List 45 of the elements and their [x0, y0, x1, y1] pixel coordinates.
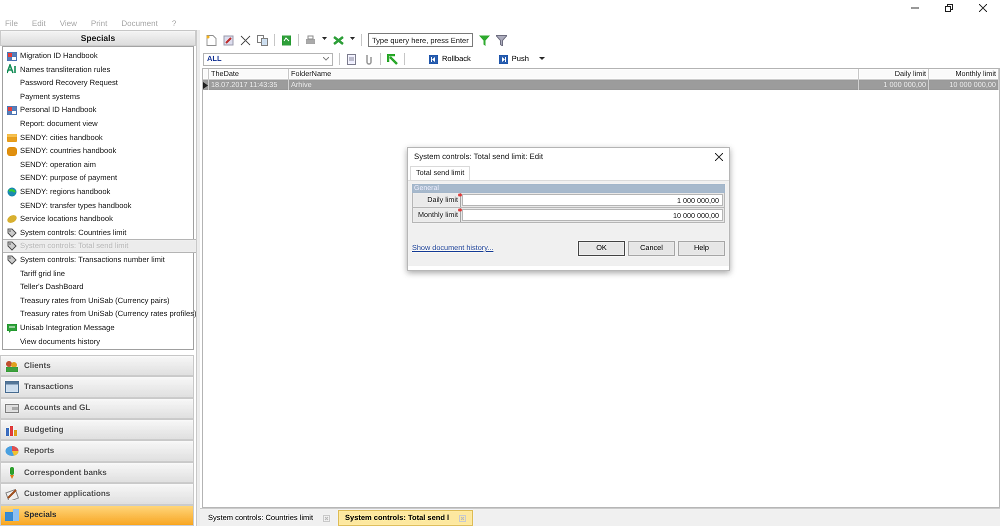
- section-button[interactable]: Specials: [0, 504, 194, 526]
- section-button[interactable]: Transactions: [0, 376, 194, 398]
- panel-title: Specials: [0, 30, 196, 46]
- section-button[interactable]: Accounts and GL: [0, 398, 194, 420]
- section-button[interactable]: Correspondent banks: [0, 462, 194, 484]
- letters-icon: [7, 64, 17, 74]
- arrow-icon[interactable]: [387, 54, 398, 64]
- new-document-icon[interactable]: [206, 34, 217, 46]
- bar-chart-icon: [5, 424, 19, 436]
- tag-icon: [7, 254, 17, 265]
- globe-icon: [7, 186, 17, 197]
- document-icon: [5, 488, 19, 500]
- filter-icon[interactable]: [496, 34, 507, 46]
- close-icon[interactable]: [979, 4, 987, 12]
- delete-icon[interactable]: [240, 34, 251, 46]
- section-button[interactable]: Customer applications: [0, 483, 194, 505]
- id-card-icon: [7, 50, 17, 61]
- printer-icon[interactable]: [305, 34, 316, 46]
- tag-icon: [7, 228, 17, 238]
- section-button[interactable]: Budgeting: [0, 419, 194, 440]
- refresh-icon[interactable]: [281, 34, 292, 46]
- caret-icon[interactable]: [538, 57, 545, 61]
- box-icon: [7, 146, 17, 156]
- skip-forward-icon: [498, 54, 508, 64]
- tag-icon: [7, 241, 17, 252]
- close-icon[interactable]: [715, 153, 723, 161]
- window-icon: [5, 380, 19, 393]
- skip-back-icon: [429, 54, 438, 64]
- section-button[interactable]: Clients: [0, 354, 194, 376]
- section-button[interactable]: Reports: [0, 440, 194, 462]
- document-icon[interactable]: [346, 54, 357, 64]
- people-icon: [5, 360, 19, 372]
- message-icon: [7, 322, 17, 333]
- id-card-icon: [7, 105, 17, 116]
- row-pointer-icon: [203, 82, 208, 89]
- wallet-icon: [5, 402, 19, 414]
- restore-icon[interactable]: [945, 4, 953, 12]
- filter-icon[interactable]: [479, 34, 490, 46]
- box-icon: [7, 132, 17, 142]
- caret-icon: [323, 57, 329, 61]
- computer-icon: [5, 509, 19, 522]
- pie-chart-icon: [5, 445, 19, 458]
- copy-icon[interactable]: [257, 34, 268, 46]
- coin-icon: [7, 214, 17, 224]
- edit-icon[interactable]: [223, 34, 234, 46]
